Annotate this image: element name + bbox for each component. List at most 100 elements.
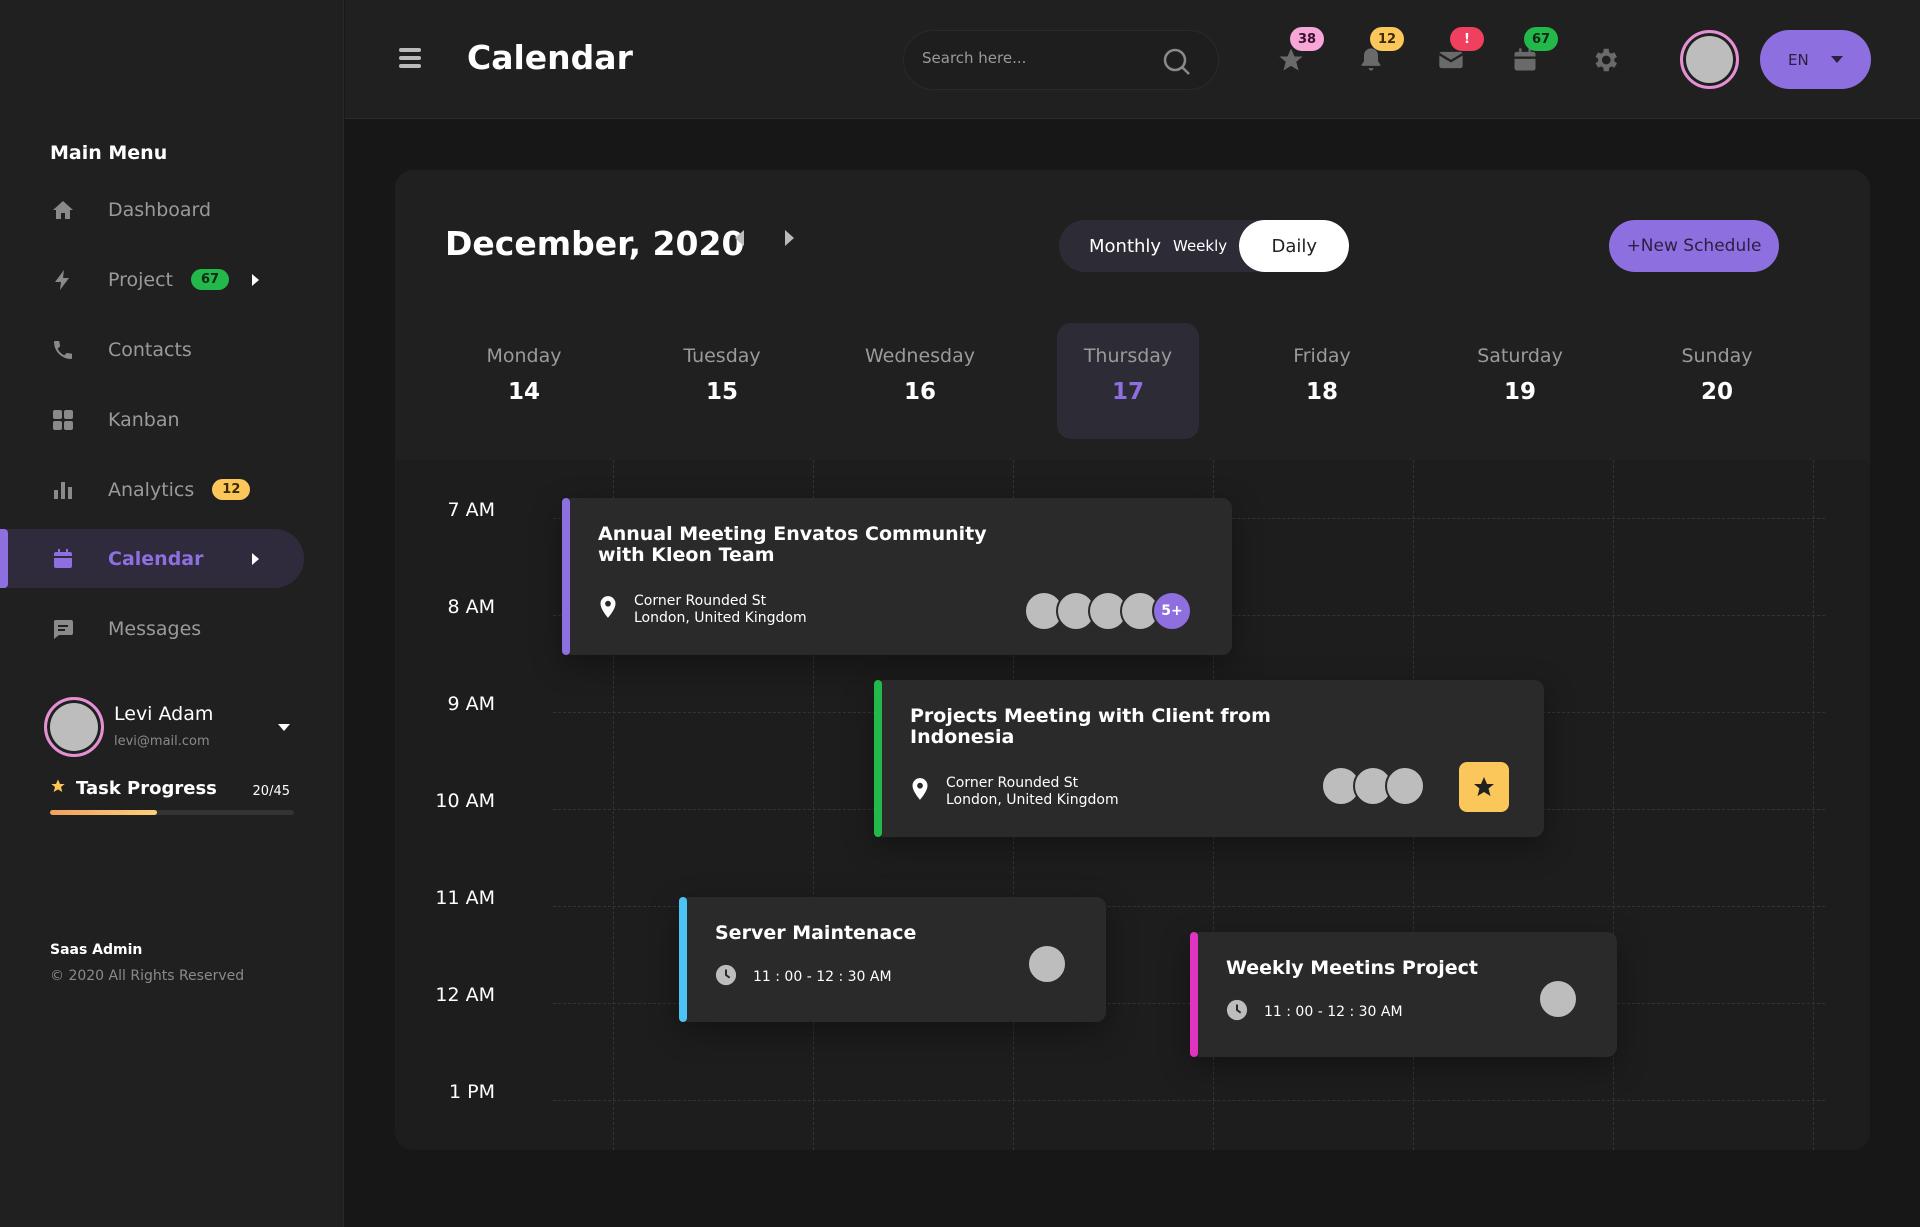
location-pin-icon bbox=[910, 777, 930, 806]
calendar-badge: 67 bbox=[1524, 27, 1559, 51]
task-progress-fill bbox=[50, 810, 158, 815]
sidebar-item-dashboard[interactable]: Dashboard bbox=[0, 180, 304, 239]
calendar-icon[interactable]: 67 bbox=[1505, 27, 1559, 80]
bolt-icon bbox=[50, 267, 76, 293]
day-number: 20 bbox=[1700, 379, 1733, 405]
notifications-badge: 12 bbox=[1370, 27, 1405, 51]
gear-icon[interactable] bbox=[1585, 40, 1625, 80]
footer-copyright: © 2020 All Rights Reserved bbox=[50, 968, 245, 984]
time-label: 9 AM bbox=[447, 693, 495, 715]
sidebar-item-contacts[interactable]: Contacts bbox=[0, 320, 304, 379]
sidebar-item-label: Project bbox=[108, 268, 174, 291]
sidebar-item-messages[interactable]: Messages bbox=[0, 599, 304, 658]
event-title: Server Maintenace bbox=[715, 922, 917, 944]
event-color-bar bbox=[1190, 932, 1198, 1057]
avatar[interactable] bbox=[1680, 30, 1739, 89]
search-input[interactable] bbox=[922, 49, 1142, 67]
day-column-header[interactable]: Friday 18 bbox=[1251, 323, 1393, 439]
event-card[interactable]: Projects Meeting with Client from Indone… bbox=[874, 680, 1544, 837]
search-box[interactable] bbox=[903, 30, 1219, 90]
bar-chart-icon bbox=[50, 477, 76, 503]
next-arrow-icon[interactable] bbox=[785, 230, 794, 246]
calendar-header: December, 2020 Monthly Weekly Daily +New… bbox=[395, 170, 1870, 460]
avatar bbox=[1538, 979, 1578, 1019]
star-icon[interactable]: 38 bbox=[1271, 27, 1325, 80]
event-location-line: London, United Kingdom bbox=[946, 792, 1119, 808]
task-progress: Task Progress 20/45 bbox=[50, 778, 294, 815]
sidebar-item-calendar[interactable]: Calendar bbox=[0, 529, 304, 588]
more-attendees-badge[interactable]: 5+ bbox=[1152, 591, 1192, 631]
event-location-line: Corner Rounded St bbox=[946, 775, 1079, 791]
chevron-right-icon[interactable] bbox=[252, 553, 259, 565]
new-schedule-button[interactable]: +New Schedule bbox=[1609, 220, 1779, 272]
day-column-header[interactable]: Sunday 20 bbox=[1646, 323, 1788, 439]
task-progress-label: Task Progress bbox=[76, 778, 217, 799]
chevron-down-icon[interactable] bbox=[278, 724, 290, 731]
event-color-bar bbox=[679, 897, 687, 1022]
time-label: 7 AM bbox=[447, 499, 495, 521]
search-icon[interactable] bbox=[1162, 47, 1192, 81]
prev-arrow-icon[interactable] bbox=[735, 230, 744, 246]
user-profile[interactable]: Levi Adam levi@mail.com bbox=[44, 697, 304, 757]
favorite-star-button[interactable] bbox=[1459, 762, 1509, 812]
day-column-header-selected[interactable]: Thursday 17 bbox=[1057, 323, 1199, 439]
event-card[interactable]: Weekly Meetins Project 11 : 00 - 12 : 30… bbox=[1190, 932, 1617, 1057]
event-card[interactable]: Annual Meeting Envatos Community with Kl… bbox=[562, 498, 1232, 655]
event-title: with Kleon Team bbox=[598, 544, 775, 566]
day-number: 19 bbox=[1503, 379, 1536, 405]
location-pin-icon bbox=[598, 595, 618, 624]
language-selector[interactable]: EN bbox=[1760, 30, 1871, 89]
day-name: Wednesday bbox=[864, 345, 975, 367]
menu-title: Main Menu bbox=[50, 142, 168, 164]
language-label: EN bbox=[1788, 50, 1809, 69]
day-column-header[interactable]: Tuesday 15 bbox=[651, 323, 793, 439]
calendar-card: December, 2020 Monthly Weekly Daily +New… bbox=[395, 170, 1870, 1150]
sidebar-item-label: Dashboard bbox=[108, 198, 212, 221]
page-title: Calendar bbox=[467, 38, 633, 77]
time-label: 12 AM bbox=[435, 984, 495, 1006]
calendar-icon bbox=[50, 546, 76, 572]
mail-icon[interactable]: ! bbox=[1431, 27, 1484, 80]
avatar bbox=[1385, 766, 1425, 806]
view-monthly-button[interactable]: Monthly bbox=[1089, 220, 1161, 272]
view-weekly-button[interactable]: Weekly bbox=[1173, 220, 1227, 272]
avatar bbox=[1027, 944, 1067, 984]
sidebar-item-kanban[interactable]: Kanban bbox=[0, 390, 304, 449]
day-column-header[interactable]: Wednesday 16 bbox=[849, 323, 991, 439]
day-number: 18 bbox=[1305, 379, 1338, 405]
top-bar: Calendar 38 12 ! 67 EN bbox=[345, 0, 1920, 119]
month-label: December, 2020 bbox=[445, 224, 745, 263]
time-label: 10 AM bbox=[435, 790, 495, 812]
sidebar-item-label: Kanban bbox=[108, 408, 180, 431]
chevron-right-icon[interactable] bbox=[252, 274, 259, 286]
day-column-header[interactable]: Monday 14 bbox=[453, 323, 595, 439]
day-name: Saturday bbox=[1477, 345, 1563, 367]
analytics-count-badge: 12 bbox=[212, 479, 251, 500]
sidebar-item-label: Calendar bbox=[108, 547, 204, 570]
sidebar-item-label: Messages bbox=[108, 617, 202, 640]
time-label: 11 AM bbox=[435, 887, 495, 909]
sidebar-item-analytics[interactable]: Analytics 12 bbox=[0, 460, 304, 519]
day-column-header[interactable]: Saturday 19 bbox=[1449, 323, 1591, 439]
view-daily-button[interactable]: Daily bbox=[1239, 220, 1349, 272]
avatar[interactable] bbox=[44, 697, 104, 757]
clock-icon bbox=[1226, 999, 1248, 1025]
bell-icon[interactable]: 12 bbox=[1351, 27, 1405, 80]
event-time: 11 : 00 - 12 : 30 AM bbox=[1264, 1004, 1403, 1020]
attendee-avatars bbox=[1321, 766, 1425, 806]
day-number: 17 bbox=[1111, 379, 1144, 405]
day-number: 14 bbox=[507, 379, 540, 405]
sidebar-item-project[interactable]: Project 67 bbox=[0, 250, 304, 309]
project-count-badge: 67 bbox=[191, 269, 230, 290]
day-name: Thursday bbox=[1083, 345, 1173, 367]
event-card[interactable]: Server Maintenace 11 : 00 - 12 : 30 AM bbox=[679, 897, 1106, 1022]
day-name: Friday bbox=[1293, 345, 1351, 367]
phone-icon bbox=[50, 337, 76, 363]
time-label: 1 PM bbox=[449, 1081, 495, 1103]
day-number: 15 bbox=[705, 379, 738, 405]
hamburger-menu-icon[interactable] bbox=[399, 48, 421, 70]
event-location-line: Corner Rounded St bbox=[634, 593, 767, 609]
event-location-line: London, United Kingdom bbox=[634, 610, 807, 626]
day-name: Sunday bbox=[1681, 345, 1753, 367]
event-time: 11 : 00 - 12 : 30 AM bbox=[753, 969, 892, 985]
